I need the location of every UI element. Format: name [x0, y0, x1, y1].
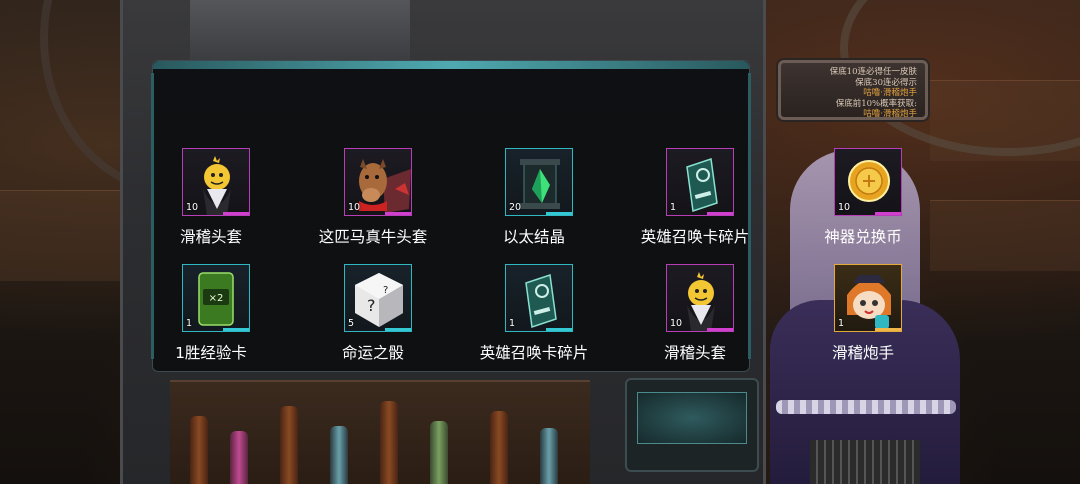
reward-count: 10 [186, 202, 199, 213]
reward-count: 1 [186, 318, 193, 329]
reward-frame[interactable]: ? ? 5 [344, 264, 412, 332]
clown-gunner-icon [847, 275, 891, 329]
reward-count: 10 [348, 202, 361, 213]
reward-count: 1 [509, 318, 516, 329]
reward-name: 英雄召唤卡碎片 [479, 344, 589, 362]
reward-frame[interactable]: 10 [182, 148, 250, 216]
reward-frame[interactable]: 10 [666, 264, 734, 332]
reward-slot[interactable]: 1 滑稽炮手 [788, 264, 938, 376]
reward-name: 以太结晶 [502, 228, 565, 246]
reward-slot[interactable]: 10 神器兑换币 [788, 148, 938, 260]
exp-card-icon: ×2 [198, 272, 234, 326]
panel-header-bar [153, 61, 749, 69]
reward-name: 这匹马真牛头套 [318, 228, 428, 246]
reward-count: 5 [348, 318, 355, 329]
bottle-shelf [170, 380, 590, 484]
summon-card-fragment-icon [525, 274, 557, 328]
reward-name: 神器兑换币 [824, 228, 902, 246]
svg-text:?: ? [367, 296, 376, 315]
reward-frame[interactable]: 1 [666, 148, 734, 216]
sign-line-5: 咕噜·滑稽炮手 [863, 109, 917, 119]
sign-line-1: 保底10连必得任一皮肤 [829, 67, 917, 77]
reward-count: 20 [509, 202, 522, 213]
reward-frame[interactable]: 10 [834, 148, 902, 216]
reward-count: 1 [838, 318, 845, 329]
reward-frame[interactable]: 20 [505, 148, 573, 216]
svg-text:×2: ×2 [209, 293, 224, 304]
reward-frame[interactable]: 1 [834, 264, 902, 332]
reward-name: 1胜经验卡 [175, 344, 247, 362]
reward-frame[interactable]: 10 [344, 148, 412, 216]
reward-slot[interactable]: 10 滑稽头套 [620, 264, 770, 376]
reward-name: 滑稽头套 [179, 228, 242, 246]
summon-card-fragment-icon [686, 158, 718, 212]
guarantee-sign: 保底10连必得任一皮肤 保底30连必得示 咕噜·滑稽炮手 保底前10%概率获取:… [778, 60, 928, 120]
sign-line-4: 保底前10%概率获取: [835, 98, 917, 109]
reward-count: 10 [838, 202, 851, 213]
reward-slot[interactable]: 20 以太结晶 [459, 148, 609, 260]
reward-slot[interactable]: 10 这匹马真牛头套 [298, 148, 448, 260]
reward-frame[interactable]: 1 [505, 264, 573, 332]
sign-line-3: 咕噜·滑稽炮手 [863, 88, 917, 98]
reward-slot[interactable]: ? ? 5 命运之骰 [298, 264, 448, 376]
reward-frame[interactable]: ×2 1 [182, 264, 250, 332]
fate-dice-icon: ? ? [355, 273, 403, 327]
sign-line-2: 保底30连必得示 [855, 77, 917, 88]
reward-slot[interactable]: 10 滑稽头套 [136, 148, 286, 260]
machine-console [625, 378, 759, 472]
reward-name: 滑稽炮手 [831, 344, 894, 362]
reward-name: 滑稽头套 [663, 344, 726, 362]
machine-top [190, 0, 410, 62]
reward-count: 10 [670, 318, 683, 329]
reward-slot[interactable]: 1 英雄召唤卡碎片 [459, 264, 609, 376]
reward-slot[interactable]: ×2 1 1胜经验卡 [136, 264, 286, 376]
reward-count: 1 [670, 202, 677, 213]
reward-slot[interactable]: 1 英雄召唤卡碎片 [620, 148, 770, 260]
svg-text:?: ? [383, 285, 388, 296]
console-screen [637, 392, 747, 444]
reward-name: 英雄召唤卡碎片 [640, 228, 750, 246]
reward-name: 命运之骰 [341, 344, 404, 362]
